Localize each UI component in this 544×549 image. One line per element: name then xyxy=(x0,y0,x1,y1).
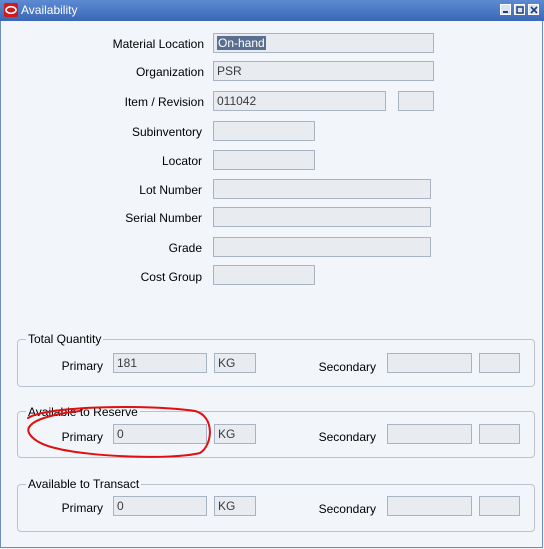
transact-secondary-field[interactable] xyxy=(387,496,472,516)
window-title: Availability xyxy=(21,3,78,17)
locator-field[interactable] xyxy=(213,150,315,170)
total-secondary-uom-field[interactable] xyxy=(479,353,520,373)
serial-number-label: Serial Number xyxy=(125,211,202,225)
transact-primary-label: Primary xyxy=(61,501,103,515)
close-icon[interactable] xyxy=(528,4,539,15)
grade-label: Grade xyxy=(168,241,202,255)
item-revision-label: Item / Revision xyxy=(124,95,204,109)
revision-field[interactable] xyxy=(398,91,434,111)
transact-secondary-uom-field[interactable] xyxy=(479,496,520,516)
material-location-label: Material Location xyxy=(112,37,204,51)
lot-number-field[interactable] xyxy=(213,179,431,199)
reserve-primary-field[interactable]: 0 xyxy=(113,424,207,444)
total-secondary-field[interactable] xyxy=(387,353,472,373)
serial-number-field[interactable] xyxy=(213,207,431,227)
maximize-icon[interactable] xyxy=(514,4,525,15)
reserve-primary-uom-field[interactable]: KG xyxy=(214,424,256,444)
material-location-field[interactable]: On-hand xyxy=(213,33,434,53)
item-field[interactable]: 011042 xyxy=(213,91,386,111)
material-location-value: On-hand xyxy=(217,36,266,50)
grade-field[interactable] xyxy=(213,237,431,257)
available-to-reserve-title: Available to Reserve xyxy=(26,405,140,419)
total-primary-field[interactable]: 181 xyxy=(113,353,207,373)
total-quantity-title: Total Quantity xyxy=(26,332,104,346)
transact-primary-uom-field[interactable]: KG xyxy=(214,496,256,516)
subinventory-label: Subinventory xyxy=(131,125,202,139)
total-primary-label: Primary xyxy=(61,359,103,373)
reserve-secondary-field[interactable] xyxy=(387,424,472,444)
oracle-logo-icon xyxy=(4,3,18,17)
available-to-transact-title: Available to Transact xyxy=(26,477,142,491)
lot-number-label: Lot Number xyxy=(139,183,202,197)
transact-secondary-label: Secondary xyxy=(318,502,376,516)
total-secondary-label: Secondary xyxy=(318,360,376,374)
cost-group-field[interactable] xyxy=(213,265,315,285)
reserve-secondary-uom-field[interactable] xyxy=(479,424,520,444)
reserve-secondary-label: Secondary xyxy=(318,430,376,444)
cost-group-label: Cost Group xyxy=(140,270,202,284)
locator-label: Locator xyxy=(161,154,202,168)
minimize-icon[interactable] xyxy=(500,4,511,15)
reserve-primary-label: Primary xyxy=(61,430,103,444)
total-primary-uom-field[interactable]: KG xyxy=(214,353,256,373)
window-titlebar[interactable]: Availability xyxy=(0,0,544,21)
organization-field[interactable]: PSR xyxy=(213,61,434,81)
transact-primary-field[interactable]: 0 xyxy=(113,496,207,516)
organization-label: Organization xyxy=(135,65,204,79)
subinventory-field[interactable] xyxy=(213,121,315,141)
